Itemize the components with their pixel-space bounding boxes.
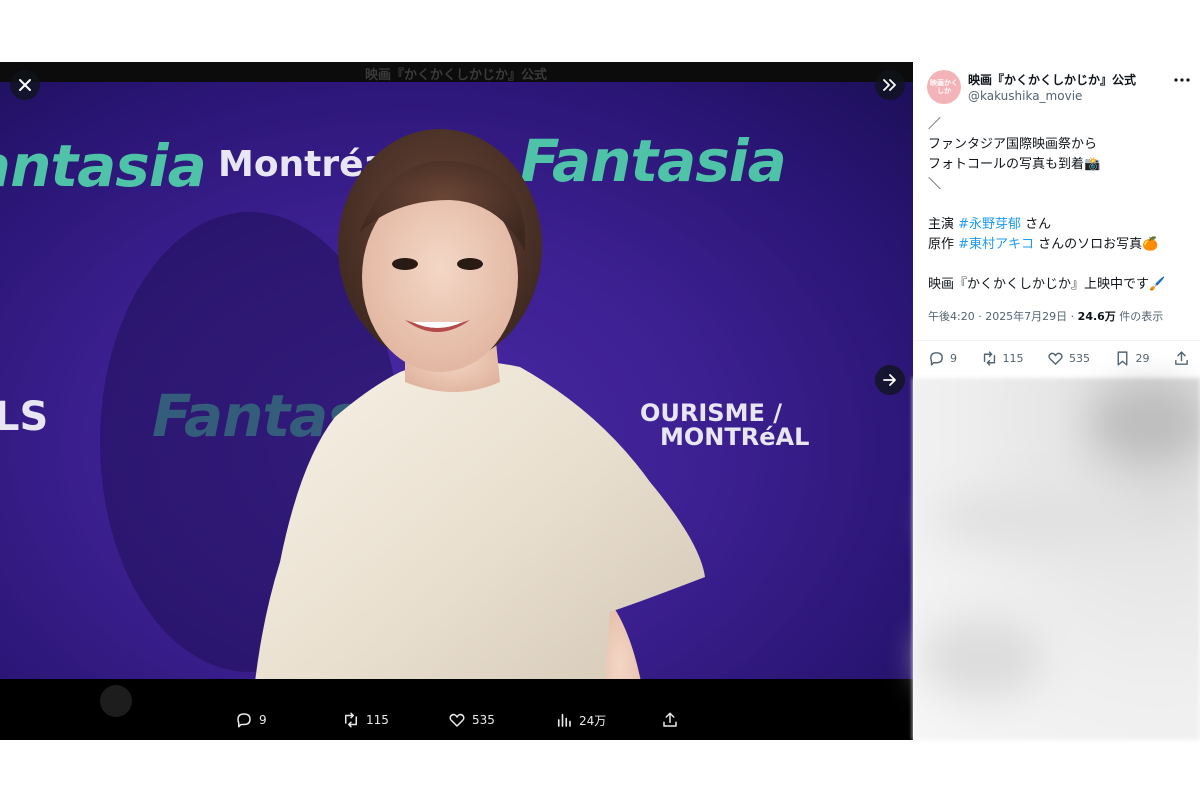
avatar-text: 映画かくしか	[930, 79, 958, 95]
retweet-icon	[345, 712, 357, 728]
viewer-share-button[interactable]	[661, 711, 679, 729]
tweet-text-segment: さん	[1021, 217, 1052, 232]
next-image-button[interactable]	[875, 365, 905, 395]
tweet-text-segment: 主演	[928, 217, 959, 232]
viewer-views-button[interactable]: 24万	[555, 711, 606, 729]
tweet-line: 原作 #東村アキコ さんのソロお写真🍊	[928, 235, 1193, 255]
reply-count: 9	[950, 352, 957, 365]
viewer-views-count: 24万	[579, 713, 607, 728]
hashtag-link[interactable]: #永野芽郁	[958, 217, 1021, 232]
avatar[interactable]: 映画かくしか	[927, 70, 961, 104]
double-chevron-right-icon	[883, 79, 896, 91]
media-viewer: 映画『かくかくしかじか』公式 Fantasia Montréal Fantasi…	[0, 62, 913, 740]
viewer-retweet-button[interactable]: 115	[342, 711, 389, 729]
tweet-line: ファンタジア国際映画祭から	[928, 137, 1098, 152]
background-header-title: 映画『かくかくしかじか』公式	[365, 68, 548, 82]
hashtag-link[interactable]: #東村アキコ	[958, 237, 1034, 252]
bookmark-count: 29	[1135, 352, 1150, 365]
heart-icon	[1048, 352, 1063, 365]
retweet-button[interactable]: 115	[981, 350, 1024, 367]
background-header-strip: 映画『かくかくしかじか』公式	[0, 62, 913, 82]
tweet-panel: 映画かくしか 映画『かくかくしかじか』公式 @kakushika_movie ／…	[913, 62, 1200, 378]
photo: Fantasia Montréal Fantasia LS Fantasia O…	[0, 82, 913, 740]
background-avatar	[100, 685, 132, 717]
views-label: 件の表示	[1115, 310, 1164, 323]
viewer-like-count: 535	[472, 713, 495, 727]
blurred-replies-area	[913, 378, 1200, 740]
user-handle[interactable]: @kakushika_movie	[968, 89, 1082, 103]
like-count: 535	[1069, 352, 1090, 365]
tweet-line: フォトコールの写真も到着📸	[928, 157, 1101, 172]
views-count: 24.6万	[1077, 310, 1116, 323]
tweet-text: ／ ファンタジア国際映画祭から フォトコールの写真も到着📸 ＼ 主演 #永野芽郁…	[928, 115, 1193, 295]
retweet-count: 115	[1002, 352, 1024, 365]
viewer-reply-button[interactable]: 9	[235, 711, 267, 729]
viewer-reply-count: 9	[259, 713, 267, 727]
tweet-action-bar: 9 115 535 29	[928, 350, 1190, 367]
tweet-line: 映画『かくかくしかじか』上映中です🖌️	[928, 277, 1166, 292]
tweet-line: ＼	[928, 177, 942, 192]
bookmark-icon	[1117, 351, 1127, 366]
close-icon	[19, 79, 31, 91]
display-name[interactable]: 映画『かくかくしかじか』公式	[968, 71, 1136, 88]
more-icon[interactable]	[1172, 72, 1192, 88]
share-icon	[663, 712, 677, 727]
reply-button[interactable]: 9	[928, 350, 957, 367]
person-figure	[100, 129, 705, 740]
divider	[913, 340, 1200, 341]
arrow-right-icon	[883, 374, 896, 386]
bookmark-button[interactable]: 29	[1114, 350, 1150, 367]
reply-icon	[930, 352, 943, 366]
share-icon	[1175, 351, 1188, 365]
close-button[interactable]	[10, 70, 40, 100]
timestamp[interactable]: 午後4:20 · 2025年7月29日 ·	[928, 310, 1078, 323]
like-button[interactable]: 535	[1047, 350, 1090, 367]
tweet-text-segment: 原作	[928, 237, 959, 252]
tweet-line: 主演 #永野芽郁 さん	[928, 215, 1193, 235]
views-icon	[557, 713, 571, 727]
reply-icon	[237, 713, 251, 728]
viewer-action-bar: 9 115 535 24万	[0, 679, 913, 740]
tweet-meta: 午後4:20 · 2025年7月29日 · 24.6万 件の表示	[928, 308, 1163, 324]
share-button[interactable]	[1173, 350, 1190, 367]
tweet-line: ／	[928, 117, 942, 132]
expand-panel-button[interactable]	[875, 70, 905, 100]
viewer-like-button[interactable]: 535	[448, 711, 495, 729]
retweet-icon	[983, 351, 995, 366]
heart-icon	[449, 713, 465, 727]
tweet-text-segment: さんのソロお写真🍊	[1034, 237, 1159, 252]
viewer-retweet-count: 115	[366, 713, 389, 727]
